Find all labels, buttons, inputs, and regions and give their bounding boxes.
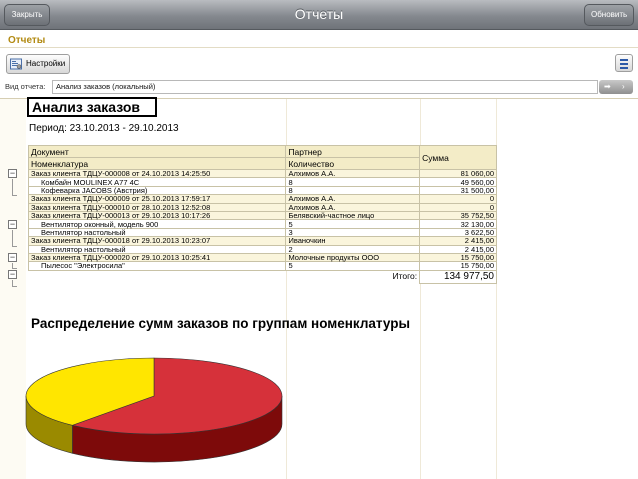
chevron-right-icon[interactable]: › xyxy=(622,80,625,94)
row-sum: 32 130,00 xyxy=(419,219,497,229)
total-value: 134 977,50 xyxy=(419,269,497,284)
row-sum: 2 415,00 xyxy=(419,236,497,246)
item-row[interactable]: Вентилятор оконный, модель 900 5 32 130,00 xyxy=(27,219,497,229)
window-title: Отчеты xyxy=(294,6,344,22)
header-document: Документ xyxy=(27,145,287,158)
divider xyxy=(0,47,638,48)
order-row[interactable]: Заказ клиента ТДЦУ-000013 от 29.10.2013 … xyxy=(27,210,497,221)
item-row[interactable]: Пылесос "Электросила" 5 15 750,00 xyxy=(27,261,497,271)
row-sum: 0 xyxy=(419,194,497,204)
top-toolbar: Закрыть Отчеты Обновить xyxy=(0,0,638,30)
report-view-input[interactable]: Анализ заказов (локальный) xyxy=(52,80,598,94)
chart-title: Распределение сумм заказов по группам но… xyxy=(31,316,410,331)
grouping-tree: − − − − xyxy=(6,0,26,400)
collapse-group-toggle[interactable]: − xyxy=(8,169,17,178)
header-sum: Сумма xyxy=(419,145,497,170)
report-title: Анализ заказов xyxy=(27,97,157,117)
row-partner: Алхимов А.А. xyxy=(285,194,421,204)
row-partner: 5 xyxy=(285,261,421,271)
row-partner: Белявский-частное лицо xyxy=(285,210,421,221)
report-period: Период: 23.10.2013 - 29.10.2013 xyxy=(29,123,179,134)
collapse-group-toggle[interactable]: − xyxy=(8,253,17,262)
pie-chart xyxy=(25,357,283,463)
row-partner: 8 xyxy=(285,177,421,187)
row-partner: Алхимов А.А. xyxy=(285,168,421,179)
row-sum: 31 500,00 xyxy=(419,185,497,196)
row-name: Заказ клиента ТДЦУ-000013 от 29.10.2013 … xyxy=(27,210,287,221)
row-partner: Молочные продукты ООО xyxy=(285,252,421,263)
row-sum: 81 060,00 xyxy=(419,168,497,179)
total-label: Итого: xyxy=(392,271,418,282)
row-partner: 5 xyxy=(285,219,421,229)
row-sum: 15 750,00 xyxy=(419,261,497,271)
view-selector-buttons[interactable]: ➡ › xyxy=(599,80,633,94)
row-name: Вентилятор оконный, модель 900 xyxy=(27,219,287,229)
row-name: Заказ клиента ТДЦУ-000018 от 29.10.2013 … xyxy=(27,236,287,246)
header-nomenclature: Номенклатура xyxy=(27,157,287,170)
total-row: Итого: 134 977,50 xyxy=(29,269,497,284)
row-name: Заказ клиента ТДЦУ-000009 от 25.10.2013 … xyxy=(27,194,287,204)
order-row[interactable]: Заказ клиента ТДЦУ-000008 от 24.10.2013 … xyxy=(27,168,497,179)
arrow-right-icon[interactable]: ➡ xyxy=(604,80,611,94)
refresh-button[interactable]: Обновить xyxy=(584,4,634,26)
collapse-group-toggle[interactable]: − xyxy=(8,220,17,229)
menu-button[interactable] xyxy=(615,54,633,72)
report-table: Документ Партнер Сумма Номенклатура Коли… xyxy=(27,145,497,284)
header-quantity: Количество xyxy=(285,157,421,170)
row-name: Пылесос "Электросила" xyxy=(27,261,287,271)
header-partner: Партнер xyxy=(285,145,421,158)
order-row[interactable]: Заказ клиента ТДЦУ-000009 от 25.10.2013 … xyxy=(27,194,497,204)
order-row[interactable]: Заказ клиента ТДЦУ-000018 от 29.10.2013 … xyxy=(27,236,497,246)
row-name: Заказ клиента ТДЦУ-000008 от 24.10.2013 … xyxy=(27,168,287,179)
row-partner: Иваночкин xyxy=(285,236,421,246)
settings-label: Настройки xyxy=(26,59,66,68)
collapse-group-toggle[interactable]: − xyxy=(8,270,17,279)
row-sum: 35 752,50 xyxy=(419,210,497,221)
